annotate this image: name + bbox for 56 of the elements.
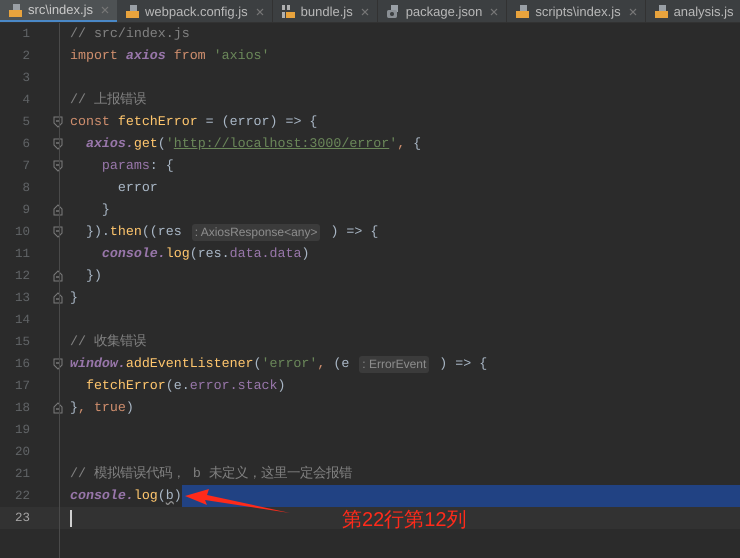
file-icon	[280, 4, 296, 19]
line-number: 9	[21, 202, 30, 219]
code-text: error	[116, 179, 158, 198]
line-number: 7	[21, 158, 30, 175]
code-text: })	[84, 267, 102, 286]
code-text: }	[70, 289, 78, 308]
line-number: 23	[14, 510, 30, 527]
code-text: ) => {	[438, 355, 488, 374]
line-number: 1	[21, 26, 30, 43]
file-tab[interactable]: src\index.js	[0, 0, 118, 22]
type-hint: : ErrorEvent	[359, 356, 430, 372]
line-number: 17	[14, 378, 30, 395]
file-tab[interactable]: package.json	[378, 0, 508, 22]
line-number: 21	[14, 466, 30, 483]
line-number: 10	[14, 224, 30, 241]
line-number: 16	[14, 356, 30, 373]
line-number: 12	[14, 268, 30, 285]
code-text: fetchError(e.error.stack)	[84, 377, 286, 396]
line-number: 3	[21, 70, 30, 87]
line-number: 19	[14, 422, 30, 439]
line-number: 18	[14, 400, 30, 417]
file-icon	[8, 2, 23, 18]
line-number: 4	[21, 92, 30, 109]
text-cursor	[70, 510, 72, 526]
file-icon	[386, 4, 401, 19]
code-text: const fetchError = (error) => {	[70, 113, 318, 132]
code-text: }	[100, 201, 110, 220]
file-icon	[515, 4, 530, 19]
code-text: params: {	[100, 157, 174, 176]
line-number: 20	[14, 444, 30, 461]
code-text: // 模拟错误代码， b 未定义，这里一定会报错	[70, 464, 352, 484]
code-text: axios.get('http://localhost:3000/error', {	[84, 135, 422, 154]
code-text: // 收集错误	[70, 333, 146, 352]
code-text: import axios from 'axios'	[70, 47, 270, 66]
annotation-text: 第22行第12列	[342, 508, 466, 532]
line-number: 11	[14, 246, 30, 263]
file-tab[interactable]: bundle.js	[272, 0, 378, 22]
line-number: 14	[14, 312, 30, 329]
file-icon	[125, 4, 140, 19]
code-text: console.log(res.data.data)	[100, 245, 310, 264]
line-number: 6	[21, 136, 30, 153]
line-number: 13	[14, 290, 30, 307]
code-text: ) => {	[329, 223, 378, 242]
code-text: console.log(b)	[70, 487, 182, 506]
code-text: // src/index.js	[70, 25, 190, 44]
line-number: 2	[21, 48, 30, 65]
code-text: }).then((res	[84, 223, 183, 242]
line-number: 22	[14, 488, 30, 505]
code-text: }, true)	[70, 399, 134, 418]
line-number: 8	[21, 180, 30, 197]
code-text: // 上报错误	[70, 90, 146, 110]
line-number: 5	[21, 114, 30, 131]
code-text: window.addEventListener('error', (e	[70, 355, 350, 374]
type-hint: : AxiosResponse<any>	[192, 224, 320, 240]
line-number: 15	[14, 334, 30, 351]
file-icon	[654, 4, 669, 19]
